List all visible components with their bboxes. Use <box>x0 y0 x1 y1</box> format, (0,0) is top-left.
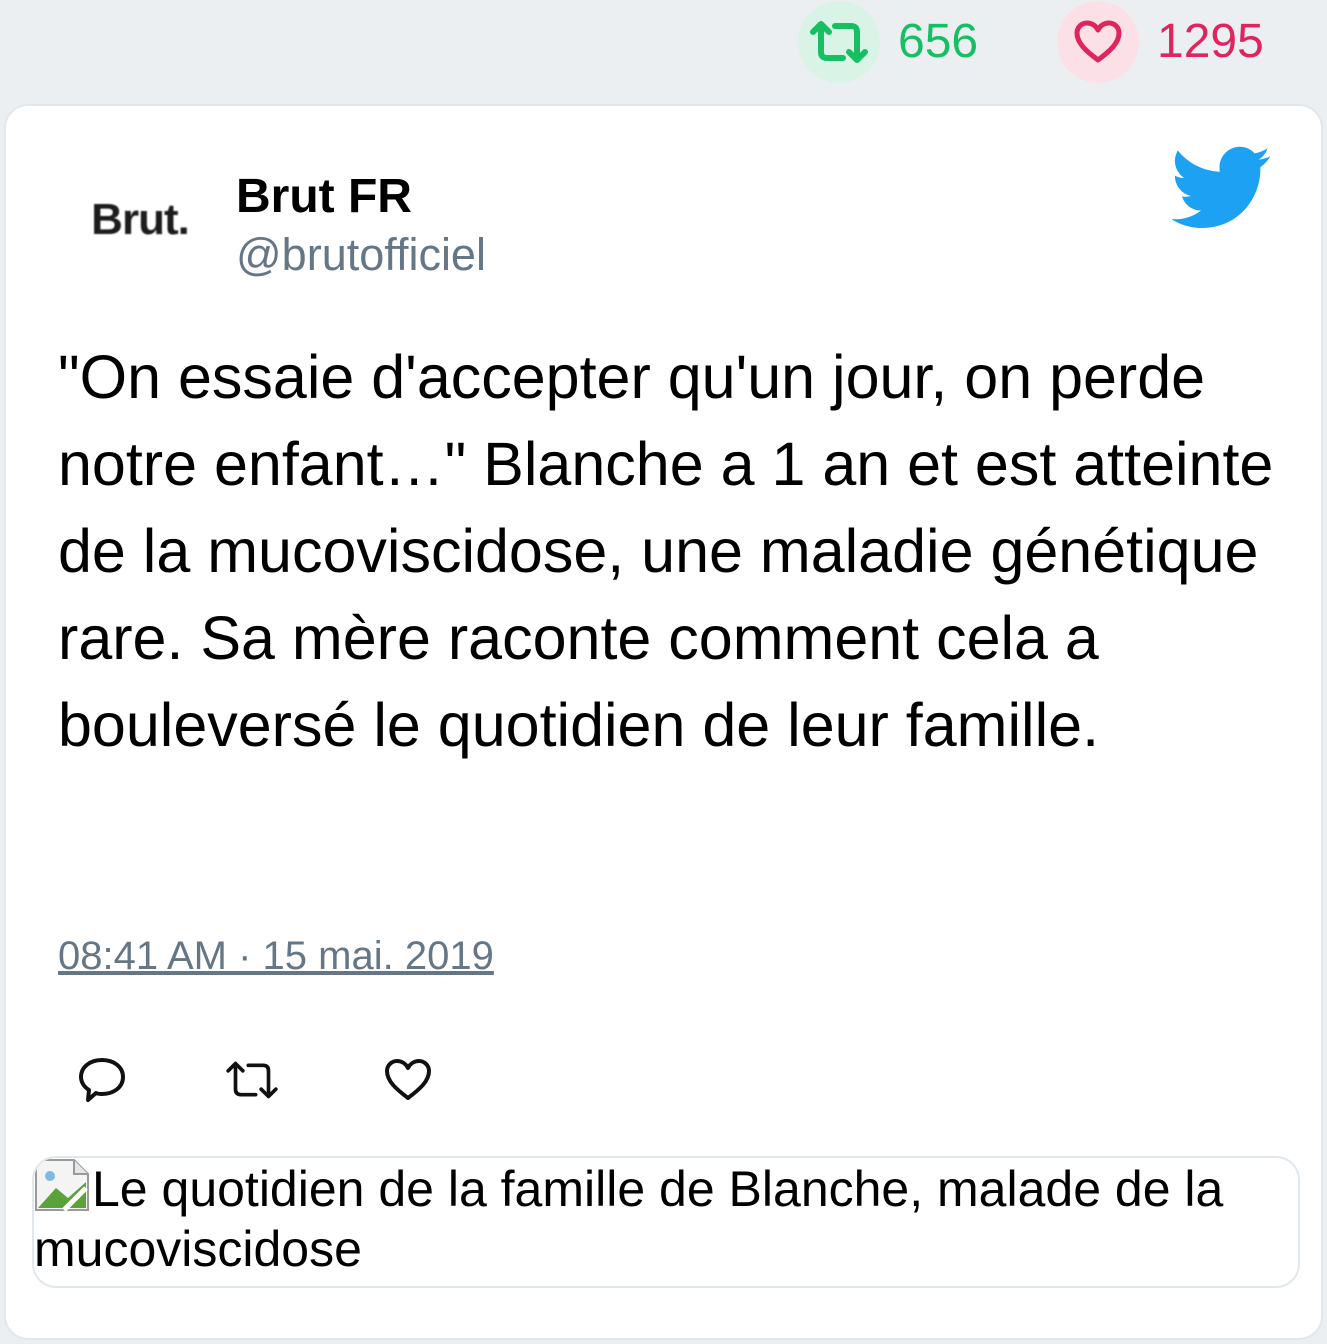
tweet-card: Brut. Brut FR @brutofficiel "On essaie d… <box>4 104 1323 1340</box>
avatar[interactable]: Brut. <box>72 180 208 260</box>
author-display-name[interactable]: Brut FR <box>236 168 412 226</box>
reply-icon <box>79 1058 125 1102</box>
avatar-logo-text: Brut. <box>91 195 190 244</box>
reply-button[interactable] <box>72 1050 132 1110</box>
tweet-text: "On essaie d'accepter qu'un jour, on per… <box>58 343 1274 759</box>
retweet-button[interactable] <box>222 1050 282 1110</box>
like-icon <box>385 1059 431 1100</box>
broken-image-icon <box>35 1159 89 1212</box>
retweet-icon <box>810 21 868 63</box>
like-stat-bubble <box>1057 1 1139 83</box>
like-count: 1295 <box>1157 15 1264 68</box>
twitter-bird-icon[interactable] <box>1172 146 1272 230</box>
engagement-stats-bar: 656 1295 <box>0 0 1327 104</box>
tweet-timestamp-link[interactable]: 08:41 AM · 15 mai. 2019 <box>58 932 494 980</box>
author-handle[interactable]: @brutofficiel <box>236 228 486 282</box>
media-alt-text-container: Le quotidien de la famille de Blanche, m… <box>34 1158 1298 1279</box>
media-alt-text: Le quotidien de la famille de Blanche, m… <box>34 1161 1224 1277</box>
retweet-icon <box>226 1061 278 1099</box>
heart-icon <box>1074 20 1122 63</box>
retweet-stat-bubble <box>798 1 880 83</box>
like-button[interactable] <box>378 1050 438 1110</box>
retweet-stat[interactable]: 656 <box>798 0 978 84</box>
like-stat[interactable]: 1295 <box>1057 0 1264 84</box>
media-preview[interactable]: Le quotidien de la famille de Blanche, m… <box>32 1156 1300 1288</box>
retweet-count: 656 <box>898 15 979 68</box>
